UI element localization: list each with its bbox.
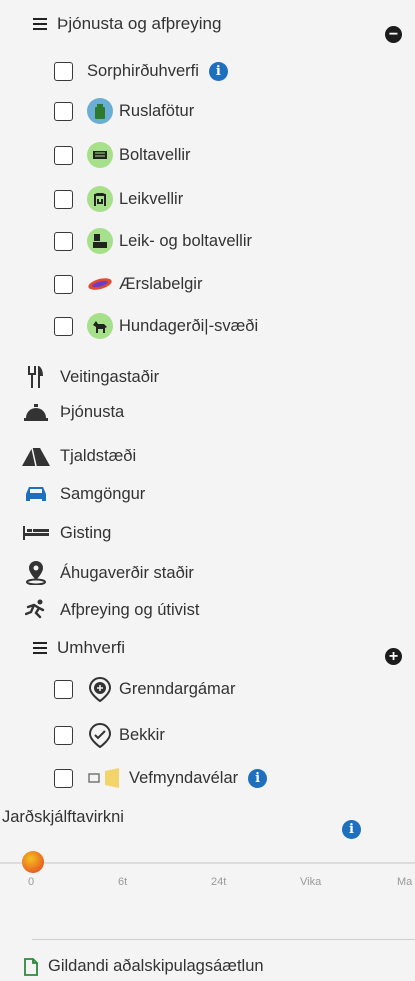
- layer-label: Hundagerði|-svæði: [119, 316, 259, 335]
- checkbox[interactable]: [54, 679, 73, 699]
- info-icon[interactable]: i: [342, 820, 361, 839]
- tent-icon: [22, 443, 50, 469]
- slider-tick: 24t: [211, 876, 227, 888]
- checkbox[interactable]: [54, 145, 73, 165]
- divider: [32, 939, 415, 940]
- expand-toggle-button[interactable]: +: [385, 648, 402, 665]
- map-pin-icon: [22, 560, 50, 586]
- layer-item[interactable]: Ruslafötur: [54, 95, 194, 127]
- info-icon[interactable]: i: [248, 768, 268, 788]
- checkbox[interactable]: [54, 768, 73, 788]
- category-label: Áhugaverðir staðir: [60, 563, 194, 582]
- collapse-toggle-button[interactable]: −: [385, 26, 402, 43]
- layer-label: Leik- og boltavellir: [119, 231, 252, 250]
- info-icon[interactable]: i: [208, 61, 228, 81]
- slider-tick: 6t: [118, 876, 128, 888]
- layer-item[interactable]: Hundagerði|-svæði: [54, 310, 258, 342]
- aðalskipulag-link[interactable]: Gildandi aðalskipulagsáætlun: [24, 957, 264, 976]
- section-title: Umhverfi: [57, 638, 126, 657]
- category-label: Veitingastaðir: [60, 367, 160, 386]
- category-label: Gisting: [60, 523, 112, 542]
- running-person-icon: [22, 597, 50, 623]
- category-label: Þjónusta: [60, 402, 125, 421]
- category-gisting[interactable]: Gisting: [22, 518, 111, 548]
- slider-tick: Ma: [397, 876, 413, 888]
- restaurant-icon: [22, 364, 50, 390]
- ball-field-icon: [87, 142, 113, 168]
- layer-label: Ærslabelgir: [119, 274, 203, 293]
- list-icon: [33, 18, 47, 30]
- layer-item[interactable]: Vefmyndavélar i: [54, 762, 268, 794]
- bouncy-pillow-icon: [87, 271, 113, 297]
- category-label: Afþreying og útivist: [60, 600, 200, 619]
- slider-tick: 0: [28, 876, 35, 888]
- dog-area-icon: [87, 313, 113, 339]
- section-header-thjonusta[interactable]: Þjónusta og afþreying: [33, 11, 221, 37]
- service-bell-icon: [22, 399, 50, 425]
- playground-icon: [87, 186, 113, 212]
- play-ball-field-icon: [87, 228, 113, 254]
- checkbox[interactable]: [54, 725, 73, 745]
- slider-handle[interactable]: [22, 851, 44, 873]
- layer-item[interactable]: Bekkir: [54, 719, 165, 751]
- footer-link-label: Gildandi aðalskipulagsáætlun: [48, 957, 264, 975]
- recycling-container-icon: [87, 676, 113, 702]
- category-veitingastadir[interactable]: Veitingastaðir: [22, 362, 159, 392]
- layer-label: Leikvellir: [119, 189, 184, 208]
- list-icon: [33, 642, 47, 654]
- section-title: Þjónusta og afþreying: [57, 14, 222, 33]
- category-label: Tjaldstæði: [60, 446, 137, 465]
- checkbox[interactable]: [54, 189, 73, 209]
- webcam-icon: [87, 765, 123, 791]
- category-label: Samgöngur: [60, 484, 146, 503]
- layer-item[interactable]: Leik- og boltavellir: [54, 225, 252, 257]
- slider-tick: Vika: [300, 876, 322, 888]
- bench-icon: [87, 722, 113, 748]
- layer-label: Boltavellir: [119, 145, 191, 164]
- trash-bin-icon: [87, 98, 113, 124]
- checkbox[interactable]: [54, 274, 73, 294]
- checkbox[interactable]: [54, 316, 73, 336]
- layer-item[interactable]: Ærslabelgir: [54, 268, 202, 300]
- layer-item[interactable]: Boltavellir: [54, 139, 191, 171]
- layer-item[interactable]: Grenndargámar: [54, 673, 235, 705]
- category-thjonusta[interactable]: Þjónusta: [22, 397, 124, 427]
- car-icon: [22, 481, 50, 507]
- bed-icon: [22, 520, 50, 546]
- layer-item[interactable]: Sorphirðuhverfi i: [54, 55, 228, 87]
- category-afthreying-og-utivist[interactable]: Afþreying og útivist: [22, 595, 199, 625]
- checkbox[interactable]: [54, 231, 73, 251]
- section-header-umhverfi[interactable]: Umhverfi: [33, 635, 125, 661]
- layer-label: Bekkir: [119, 725, 165, 744]
- layer-label: Sorphirðuhverfi: [87, 61, 199, 80]
- layer-item[interactable]: Leikvellir: [54, 183, 183, 215]
- layer-label: Ruslafötur: [119, 101, 195, 120]
- category-ahugaverdir-stadir[interactable]: Áhugaverðir staðir: [22, 558, 194, 588]
- category-samgongur[interactable]: Samgöngur: [22, 479, 145, 509]
- slider-track[interactable]: [0, 862, 415, 864]
- document-icon: [24, 957, 38, 976]
- earthquake-title: Jarðskjálftavirkni: [2, 808, 124, 826]
- category-tjaldstaedi[interactable]: Tjaldstæði: [22, 441, 136, 471]
- checkbox[interactable]: [54, 61, 73, 81]
- layer-label: Grenndargámar: [119, 679, 236, 698]
- layer-label: Vefmyndavélar: [129, 768, 239, 787]
- checkbox[interactable]: [54, 101, 73, 121]
